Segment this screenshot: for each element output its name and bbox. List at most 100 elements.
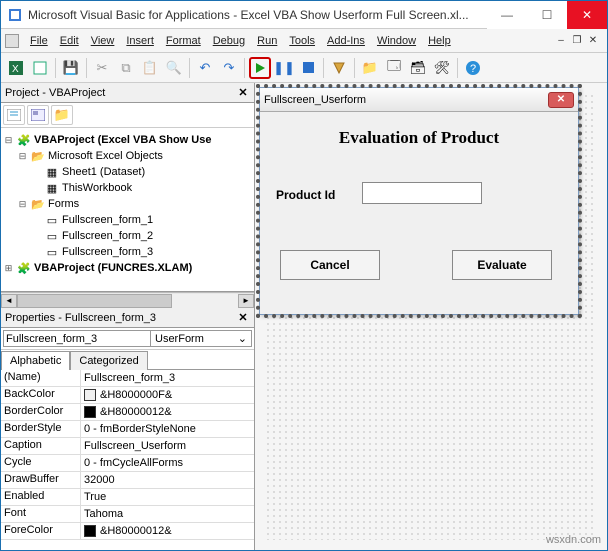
tree-item-form3[interactable]: ▭Fullscreen_form_3	[3, 244, 252, 260]
scroll-thumb[interactable]	[17, 294, 172, 308]
property-value[interactable]: &H8000000F&	[81, 387, 254, 403]
reset-icon[interactable]	[297, 57, 319, 79]
property-row[interactable]: BackColor&H8000000F&	[1, 387, 254, 404]
property-row[interactable]: FontTahoma	[1, 506, 254, 523]
scroll-left-icon[interactable]: ◄	[1, 294, 17, 308]
userform-icon: ▭	[45, 213, 59, 227]
titlebar[interactable]: Microsoft Visual Basic for Applications …	[1, 1, 607, 29]
find-icon[interactable]: 🔍	[163, 57, 185, 79]
property-row[interactable]: BorderStyle0 - fmBorderStyleNone	[1, 421, 254, 438]
evaluate-button[interactable]: Evaluate	[452, 250, 552, 280]
userform-close-icon[interactable]: ✕	[548, 92, 574, 108]
property-value[interactable]: &H80000012&	[81, 404, 254, 420]
maximize-button[interactable]: ☐	[527, 1, 567, 29]
tree-item-thisworkbook[interactable]: ▦ThisWorkbook	[3, 180, 252, 196]
property-value[interactable]: 0 - fmBorderStyleNone	[81, 421, 254, 437]
property-row[interactable]: BorderColor&H80000012&	[1, 404, 254, 421]
userform[interactable]: Fullscreen_Userform ✕ Evaluation of Prod…	[259, 87, 579, 315]
tree-item-sheet1[interactable]: ▦Sheet1 (Dataset)	[3, 164, 252, 180]
scroll-track[interactable]	[17, 294, 238, 308]
property-row[interactable]: Cycle0 - fmCycleAllForms	[1, 455, 254, 472]
property-value[interactable]: True	[81, 489, 254, 505]
mdi-close-button[interactable]: ✕	[586, 35, 600, 47]
object-type-dropdown[interactable]: UserForm⌄	[151, 330, 252, 347]
product-id-input[interactable]	[362, 182, 482, 204]
toggle-folders-icon[interactable]: 📁	[51, 105, 73, 125]
project-hscrollbar[interactable]: ◄ ►	[1, 292, 254, 308]
object-browser-icon[interactable]: 🗃	[407, 57, 429, 79]
property-row[interactable]: CaptionFullscreen_Userform	[1, 438, 254, 455]
property-row[interactable]: EnabledTrue	[1, 489, 254, 506]
tree-project-funcres[interactable]: ⊞🧩VBAProject (FUNCRES.XLAM)	[3, 260, 252, 276]
properties-grid[interactable]: (Name)Fullscreen_form_3BackColor&H800000…	[1, 370, 254, 550]
menu-insert[interactable]: Insert	[120, 32, 160, 50]
view-code-icon[interactable]	[3, 105, 25, 125]
property-value[interactable]: Tahoma	[81, 506, 254, 522]
toolbox-icon[interactable]: 🛠	[431, 57, 453, 79]
menu-tools[interactable]: Tools	[283, 32, 321, 50]
cut-icon[interactable]: ✂	[91, 57, 113, 79]
properties-pane-header[interactable]: Properties - Fullscreen_form_3 ✕	[1, 308, 254, 328]
run-button[interactable]	[249, 57, 271, 79]
collapse-icon[interactable]: ⊟	[17, 151, 28, 162]
save-icon[interactable]: 💾	[60, 57, 82, 79]
redo-icon[interactable]: ↷	[218, 57, 240, 79]
menu-view[interactable]: View	[85, 32, 121, 50]
form-designer[interactable]: Fullscreen_Userform ✕ Evaluation of Prod…	[255, 83, 607, 550]
copy-icon[interactable]: ⧉	[115, 57, 137, 79]
menu-addins[interactable]: Add-Ins	[321, 32, 371, 50]
mdi-control-icon[interactable]	[5, 34, 19, 48]
insert-module-icon[interactable]	[29, 57, 51, 79]
menu-format[interactable]: Format	[160, 32, 207, 50]
design-mode-icon[interactable]	[328, 57, 350, 79]
cancel-button[interactable]: Cancel	[280, 250, 380, 280]
menu-edit[interactable]: Edit	[54, 32, 85, 50]
minimize-button[interactable]: —	[487, 1, 527, 29]
view-excel-icon[interactable]: X	[5, 57, 27, 79]
property-value[interactable]: 0 - fmCycleAllForms	[81, 455, 254, 471]
tree-folder-excel-objects[interactable]: ⊟📂Microsoft Excel Objects	[3, 148, 252, 164]
project-pane-close-icon[interactable]: ✕	[236, 86, 250, 99]
mdi-min-button[interactable]: –	[554, 35, 568, 47]
object-selector[interactable]: UserForm⌄	[1, 328, 254, 350]
property-name: DrawBuffer	[1, 472, 81, 488]
help-icon[interactable]: ?	[462, 57, 484, 79]
menu-help[interactable]: Help	[422, 32, 457, 50]
mdi-restore-button[interactable]: ❐	[570, 35, 584, 47]
break-icon[interactable]: ❚❚	[273, 57, 295, 79]
userform-titlebar[interactable]: Fullscreen_Userform ✕	[260, 88, 578, 112]
object-name-input[interactable]	[3, 330, 151, 347]
paste-icon[interactable]: 📋	[139, 57, 161, 79]
project-explorer-icon[interactable]: 📁	[359, 57, 381, 79]
tab-alphabetic[interactable]: Alphabetic	[1, 351, 70, 370]
close-button[interactable]: ✕	[567, 1, 607, 29]
tree-item-form2[interactable]: ▭Fullscreen_form_2	[3, 228, 252, 244]
property-row[interactable]: DrawBuffer32000	[1, 472, 254, 489]
scroll-right-icon[interactable]: ►	[238, 294, 254, 308]
tab-categorized[interactable]: Categorized	[70, 351, 147, 370]
property-value[interactable]: Fullscreen_form_3	[81, 370, 254, 386]
collapse-icon[interactable]: ⊟	[17, 199, 28, 210]
menu-file[interactable]: File	[24, 32, 54, 50]
property-value[interactable]: 32000	[81, 472, 254, 488]
collapse-icon[interactable]: ⊟	[3, 135, 14, 146]
property-row[interactable]: ForeColor&H80000012&	[1, 523, 254, 540]
property-value[interactable]: Fullscreen_Userform	[81, 438, 254, 454]
property-value[interactable]: &H80000012&	[81, 523, 254, 539]
project-pane-header[interactable]: Project - VBAProject ✕	[1, 83, 254, 103]
property-row[interactable]: (Name)Fullscreen_form_3	[1, 370, 254, 387]
project-tree[interactable]: ⊟🧩VBAProject (Excel VBA Show Use ⊟📂Micro…	[1, 128, 254, 292]
tree-folder-forms[interactable]: ⊟📂Forms	[3, 196, 252, 212]
menu-window[interactable]: Window	[371, 32, 422, 50]
expand-icon[interactable]: ⊞	[3, 263, 14, 274]
menu-run[interactable]: Run	[251, 32, 283, 50]
tree-label: Fullscreen_form_1	[62, 214, 153, 226]
properties-window-icon[interactable]: 🗔	[383, 57, 405, 79]
menu-debug[interactable]: Debug	[207, 32, 251, 50]
tree-project-root[interactable]: ⊟🧩VBAProject (Excel VBA Show Use	[3, 132, 252, 148]
undo-icon[interactable]: ↶	[194, 57, 216, 79]
view-object-icon[interactable]	[27, 105, 49, 125]
properties-pane-close-icon[interactable]: ✕	[236, 311, 250, 324]
userform-body[interactable]: Evaluation of Product Product Id Cancel …	[260, 112, 578, 314]
tree-item-form1[interactable]: ▭Fullscreen_form_1	[3, 212, 252, 228]
